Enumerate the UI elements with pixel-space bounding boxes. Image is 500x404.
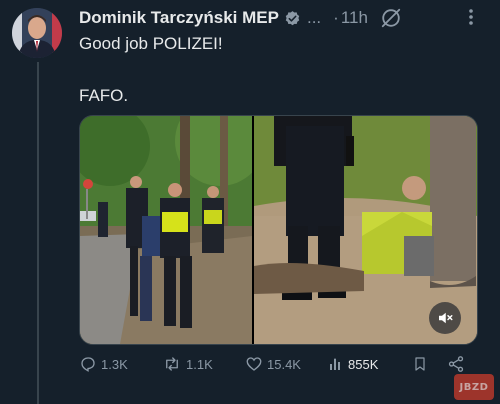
reply-count: 1.3K (101, 356, 128, 372)
like-count: 15.4K (267, 356, 301, 372)
name-overflow: ... (306, 8, 322, 27)
reply-button[interactable]: 1.3K (79, 355, 128, 373)
bookmark-icon (415, 357, 425, 371)
repost-count: 1.1K (186, 356, 213, 372)
thread-line (37, 62, 39, 404)
timestamp[interactable]: 11h (341, 8, 368, 28)
post-header: Dominik Tarczyński MEP ... · 11h (79, 7, 490, 29)
post-text-line-2: FAFO. (79, 86, 129, 105)
share-icon (448, 356, 464, 372)
repost-button[interactable]: 1.1K (162, 355, 213, 373)
author-name[interactable]: Dominik Tarczyński MEP (79, 8, 279, 28)
views-button[interactable]: 855K (328, 355, 378, 373)
views-count: 855K (348, 356, 379, 372)
media-video[interactable] (79, 115, 478, 345)
photo-left[interactable] (80, 116, 252, 344)
grok-icon[interactable] (380, 7, 402, 29)
views-icon (330, 358, 340, 370)
photo-right[interactable] (254, 116, 477, 344)
share-button[interactable] (447, 355, 469, 373)
separator: · (333, 8, 339, 27)
like-button[interactable]: 15.4K (245, 355, 301, 373)
mute-icon[interactable] (429, 302, 461, 334)
like-icon (246, 357, 262, 371)
watermark-logo: JBZD (454, 374, 494, 400)
post-text-line-1: Good job POLIZEI! (79, 34, 223, 53)
reply-icon (81, 357, 95, 372)
more-icon[interactable] (468, 8, 474, 26)
verified-badge-icon (284, 10, 301, 27)
bookmark-button[interactable] (412, 355, 432, 373)
action-bar: 1.3K 1.1K 15.4K 855K (79, 355, 479, 377)
repost-icon (166, 357, 178, 371)
avatar[interactable] (12, 8, 62, 58)
